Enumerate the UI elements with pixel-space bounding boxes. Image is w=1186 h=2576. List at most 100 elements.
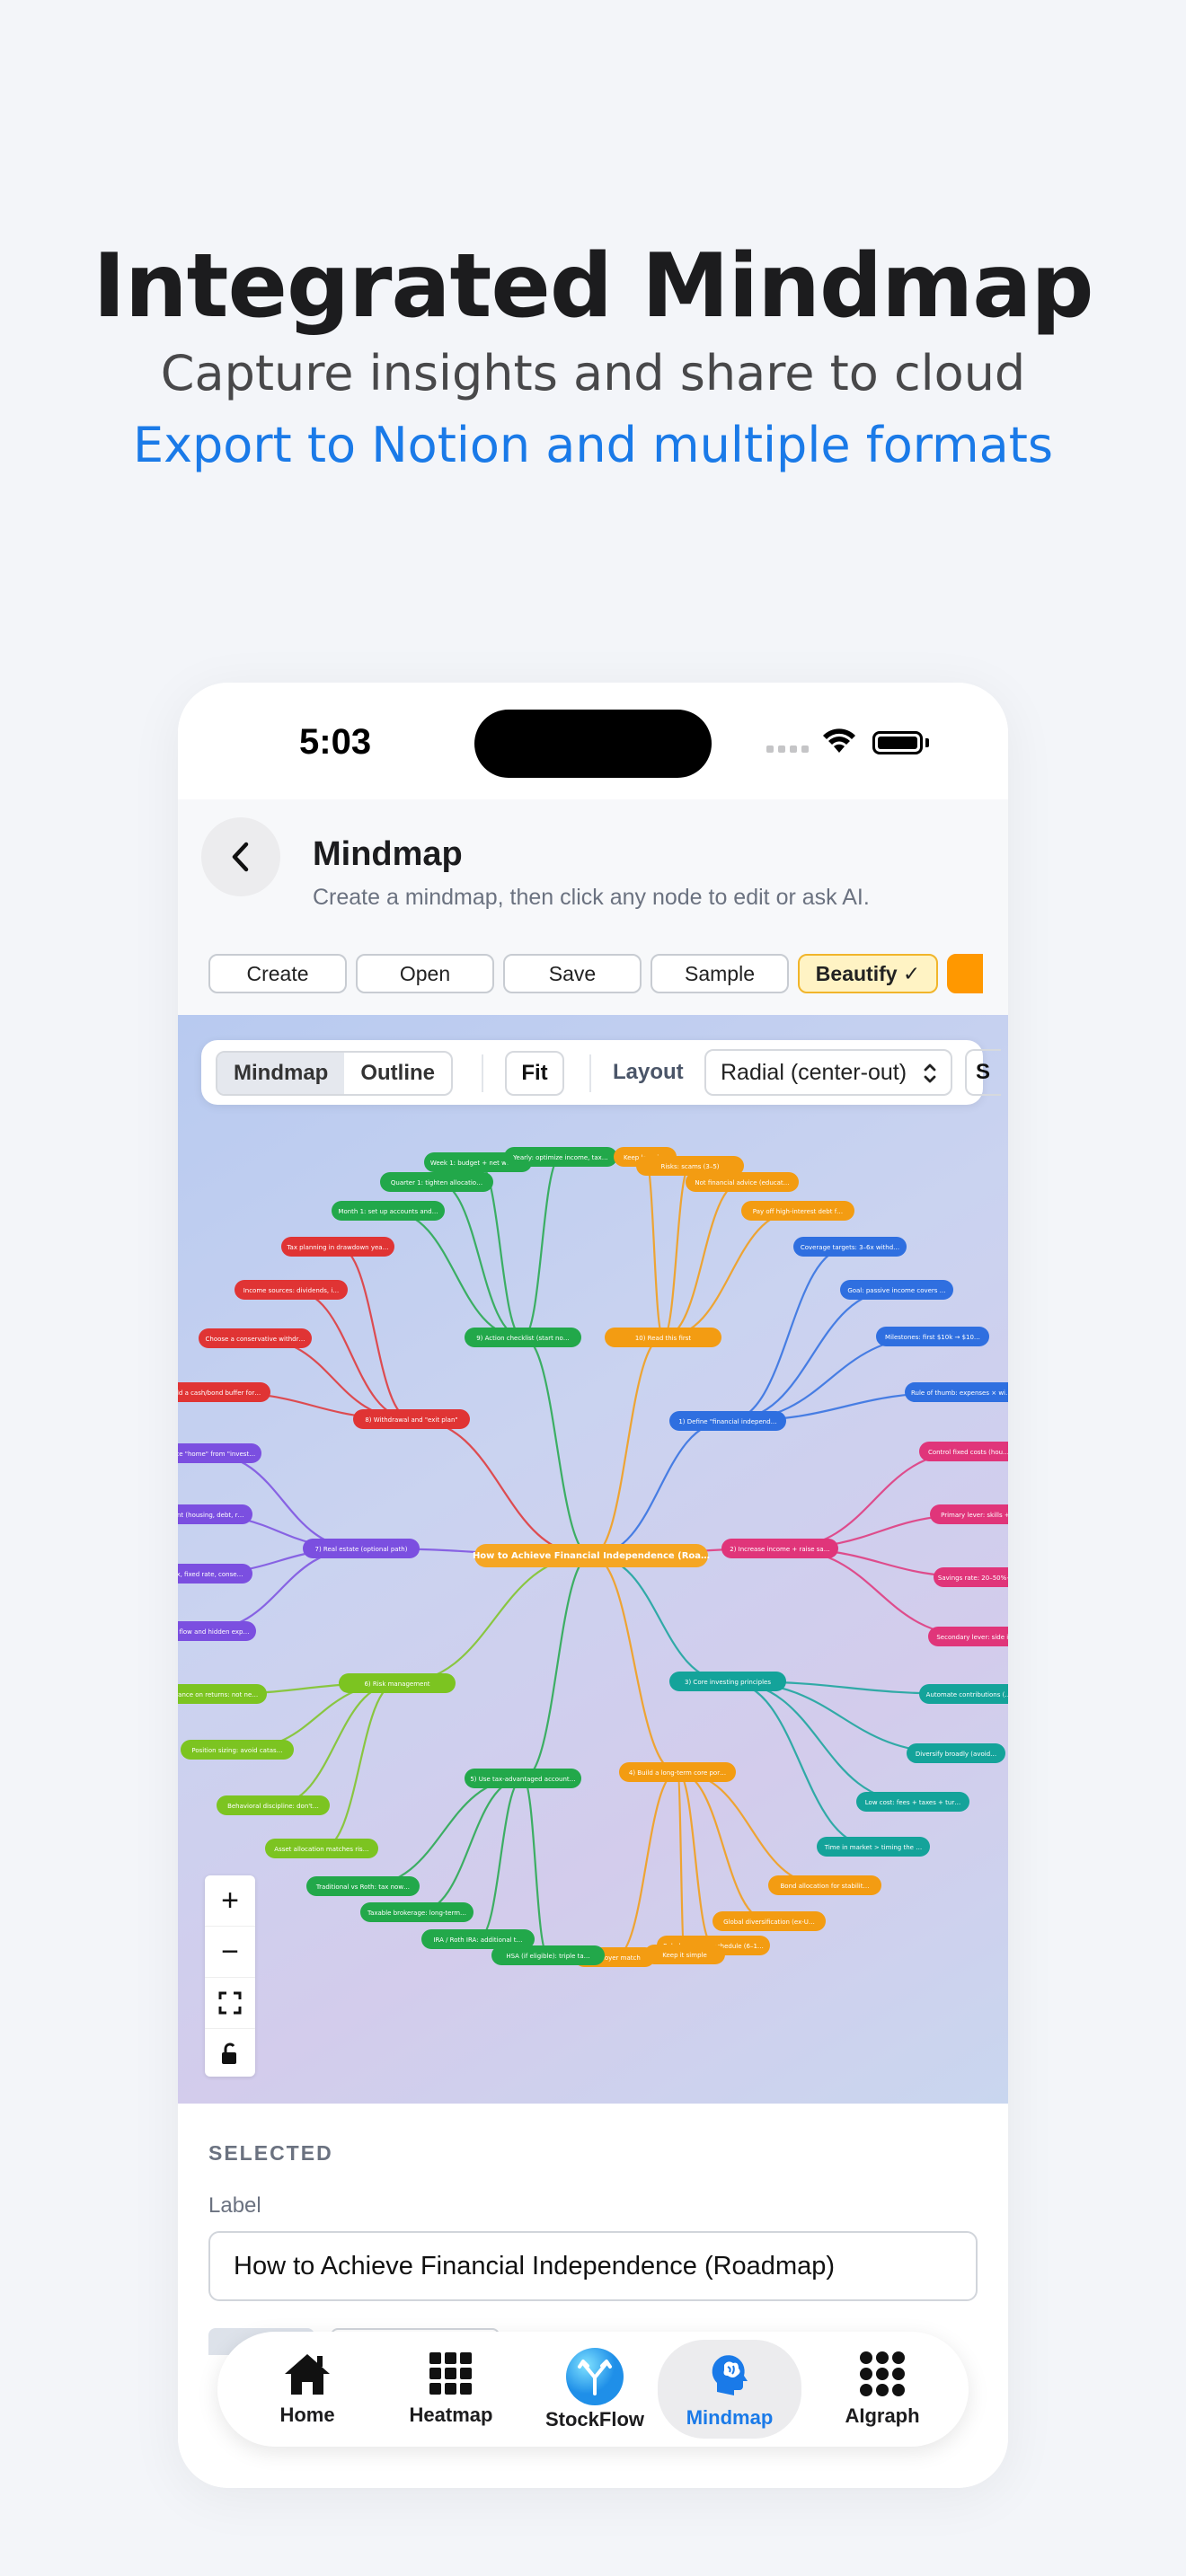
mindmap-leaf-node[interactable]: Coverage targets: 3–6x withd… <box>793 1237 907 1257</box>
mindmap-branch-node-label: 8) Withdrawal and "exit plan" <box>365 1416 457 1424</box>
mindmap-leaf-node[interactable]: Traditional vs Roth: tax now… <box>306 1876 420 1896</box>
mindmap-leaf-node[interactable]: Behavioral discipline: don't… <box>217 1795 330 1815</box>
lock-button[interactable] <box>205 2029 255 2079</box>
mindmap-graph[interactable]: Coverage targets: 3–6x withd… Goal: passi… <box>178 1015 1008 2104</box>
mindmap-leaf-node[interactable]: Pay off high-interest debt f… <box>741 1201 854 1221</box>
mindmap-branch-node[interactable]: 6) Risk management <box>339 1673 456 1693</box>
mindmap-leaf-node[interactable]: Asset allocation matches ris… <box>265 1839 378 1858</box>
fit-view-button[interactable] <box>205 1978 255 2029</box>
mindmap-branch-node[interactable]: 5) Use tax-advantaged account… <box>465 1769 581 1788</box>
mindmap-leaf-node[interactable]: Yearly: optimize income, tax… <box>504 1147 617 1167</box>
tab-aigraph[interactable]: AIgraph <box>810 2332 954 2447</box>
mindmap-branch-node[interactable]: 9) Action checklist (start no… <box>465 1328 581 1347</box>
mindmap-branch-node[interactable]: 10) Read this first <box>605 1328 721 1347</box>
mindmap-leaf-node[interactable]: Rule of thumb: expenses × wi… <box>905 1382 1008 1402</box>
view-mindmap-tab[interactable]: Mindmap <box>217 1053 345 1094</box>
mindmap-leaf-node[interactable]: Secondary lever: side in… <box>928 1627 1008 1646</box>
mindmap-leaf-node-label: Diversify broadly (avoid… <box>916 1751 996 1758</box>
mindmap-branch-node[interactable]: 8) Withdrawal and "exit plan" <box>353 1409 470 1429</box>
branch-link <box>522 1554 592 1780</box>
sample-button[interactable]: Sample <box>651 954 789 993</box>
leaf-link <box>522 1155 562 1339</box>
mindmap-branch-node[interactable]: 3) Core investing principles <box>669 1672 786 1691</box>
mindmap-leaf-node-label: Quarter 1: tighten allocatio… <box>391 1179 482 1187</box>
leaf-link <box>677 1770 770 1923</box>
tab-stockflow[interactable]: StockFlow <box>523 2332 667 2447</box>
mindmap-root-node[interactable]: How to Achieve Financial Independence (R… <box>473 1544 710 1567</box>
mindmap-branch-node[interactable]: 4) Build a long-term core por… <box>619 1762 736 1782</box>
mindmap-branch-node-label: 5) Use tax-advantaged account… <box>470 1776 575 1783</box>
mindmap-leaf-node[interactable]: Position sizing: avoid catas… <box>181 1740 294 1760</box>
mindmap-leaf-node[interactable]: Build a cash/bond buffer for… <box>178 1382 270 1402</box>
save-button[interactable]: Save <box>503 954 642 993</box>
mindmap-canvas[interactable]: Coverage targets: 3–6x withd… Goal: passi… <box>178 1015 1008 2104</box>
mindmap-leaf-node-label: Behavioral discipline: don't… <box>227 1803 319 1810</box>
view-outline-tab[interactable]: Outline <box>344 1053 451 1094</box>
zoom-in-button[interactable]: + <box>205 1875 255 1927</box>
leaf-link <box>643 1155 665 1339</box>
mindmap-branch-node[interactable]: 1) Define "financial independ… <box>669 1411 786 1431</box>
view-toggle: Mindmap Outline <box>216 1051 453 1096</box>
mindmap-branch-node[interactable]: 2) Increase income + raise sa… <box>721 1539 838 1558</box>
mindmap-leaf-node[interactable]: Not financial advice (educat… <box>686 1172 799 1192</box>
layout-label: Layout <box>613 1060 684 1084</box>
mindmap-leaf-node[interactable]: Primary lever: skills + … <box>930 1504 1008 1524</box>
mindmap-leaf-node[interactable]: Quarter 1: tighten allocatio… <box>380 1172 493 1192</box>
tab-label: Heatmap <box>409 2404 493 2426</box>
mindmap-leaf-node[interactable]: Investment (housing, debt, r… <box>178 1504 252 1524</box>
tab-label: StockFlow <box>544 2408 644 2430</box>
tab-heatmap[interactable]: Heatmap <box>379 2332 523 2447</box>
mindmap-root-node-label: How to Achieve Financial Independence (R… <box>473 1551 710 1561</box>
tab-label: AIgraph <box>845 2404 920 2427</box>
mindmap-leaf-node[interactable]: Low cost: fees + taxes + tur… <box>856 1792 969 1812</box>
mindmap-leaf-node-label: Keep it simple <box>662 1952 707 1959</box>
signal-icon <box>766 745 809 753</box>
battery-icon <box>872 731 923 754</box>
fullscreen-icon <box>218 1991 242 2015</box>
open-button[interactable]: Open <box>356 954 494 993</box>
leaf-link <box>727 1335 934 1423</box>
mindmap-leaf-node-label: Position sizing: avoid catas… <box>191 1747 282 1754</box>
mindmap-leaf-node-label: Income sources: dividends, i… <box>243 1287 340 1294</box>
mindmap-leaf-node[interactable]: Choose a conservative withdr… <box>199 1328 312 1348</box>
beautify-button[interactable]: Beautify ✓ <box>798 954 938 993</box>
mindmap-leaf-node[interactable]: Low index, fixed rate, conse… <box>178 1564 252 1584</box>
grid-icon <box>429 2352 472 2395</box>
fit-button[interactable]: Fit <box>505 1051 564 1096</box>
mindmap-leaf-node[interactable]: Taxable brokerage: long-term… <box>360 1902 474 1922</box>
leaf-link <box>477 1777 524 1941</box>
back-button[interactable] <box>201 817 280 896</box>
battery-cap <box>925 738 929 747</box>
mindmap-leaf-node-label: Time in market > timing the … <box>824 1844 922 1851</box>
mindmap-leaf-node[interactable]: IRA / Roth IRA: additional t… <box>421 1929 535 1949</box>
create-button[interactable]: Create <box>208 954 347 993</box>
mindmap-leaf-node[interactable]: Time in market > timing the … <box>817 1837 930 1857</box>
mindmap-leaf-node[interactable]: Insurance on returns: not ne… <box>178 1684 267 1704</box>
mindmap-leaf-node[interactable]: Keep it simple <box>644 1945 725 1964</box>
mindmap-branch-node[interactable]: 7) Real estate (optional path) <box>303 1539 420 1558</box>
mindmap-leaf-node-label: Global diversification (ex-U… <box>723 1919 815 1926</box>
mindmap-leaf-node[interactable]: Milestones: first $10k → $10… <box>876 1327 989 1346</box>
mindmap-leaf-node[interactable]: Month 1: set up accounts and… <box>332 1201 445 1221</box>
zoom-out-button[interactable]: − <box>205 1927 255 1978</box>
leaf-link <box>677 1770 826 1887</box>
label-input[interactable]: How to Achieve Financial Independence (R… <box>208 2231 978 2301</box>
more-button[interactable] <box>947 954 983 993</box>
phone-frame: 5:03 Mindmap Create a mindmap, then clic… <box>178 683 1008 2488</box>
mindmap-leaf-node[interactable]: Net cash flow and hidden exp… <box>178 1621 256 1641</box>
mindmap-leaf-node[interactable]: Automate contributions (… <box>919 1684 1008 1704</box>
mindmap-leaf-node[interactable]: Diversify broadly (avoid… <box>907 1743 1005 1763</box>
mindmap-leaf-node[interactable]: Savings rate: 20–50%+ ba… <box>934 1567 1008 1587</box>
page-title: Mindmap <box>313 835 463 873</box>
extra-control[interactable]: S <box>965 1049 1001 1096</box>
mindmap-leaf-node[interactable]: Goal: passive income covers … <box>840 1280 953 1300</box>
mindmap-leaf-node[interactable]: Bond allocation for stabilit… <box>768 1875 881 1895</box>
mindmap-leaf-node[interactable]: Income sources: dividends, i… <box>235 1280 348 1300</box>
mindmap-leaf-node[interactable]: Global diversification (ex-U… <box>712 1911 826 1931</box>
layout-select[interactable]: Radial (center-out) <box>704 1049 952 1096</box>
tab-home[interactable]: Home <box>235 2332 379 2447</box>
mindmap-leaf-node[interactable]: Separate "home" from "invest… <box>178 1443 261 1463</box>
mindmap-leaf-node[interactable]: Tax planning in drawdown yea… <box>281 1237 394 1257</box>
mindmap-leaf-node[interactable]: Control fixed costs (hou… <box>919 1442 1008 1461</box>
tab-mindmap[interactable]: Mindmap <box>658 2340 801 2439</box>
